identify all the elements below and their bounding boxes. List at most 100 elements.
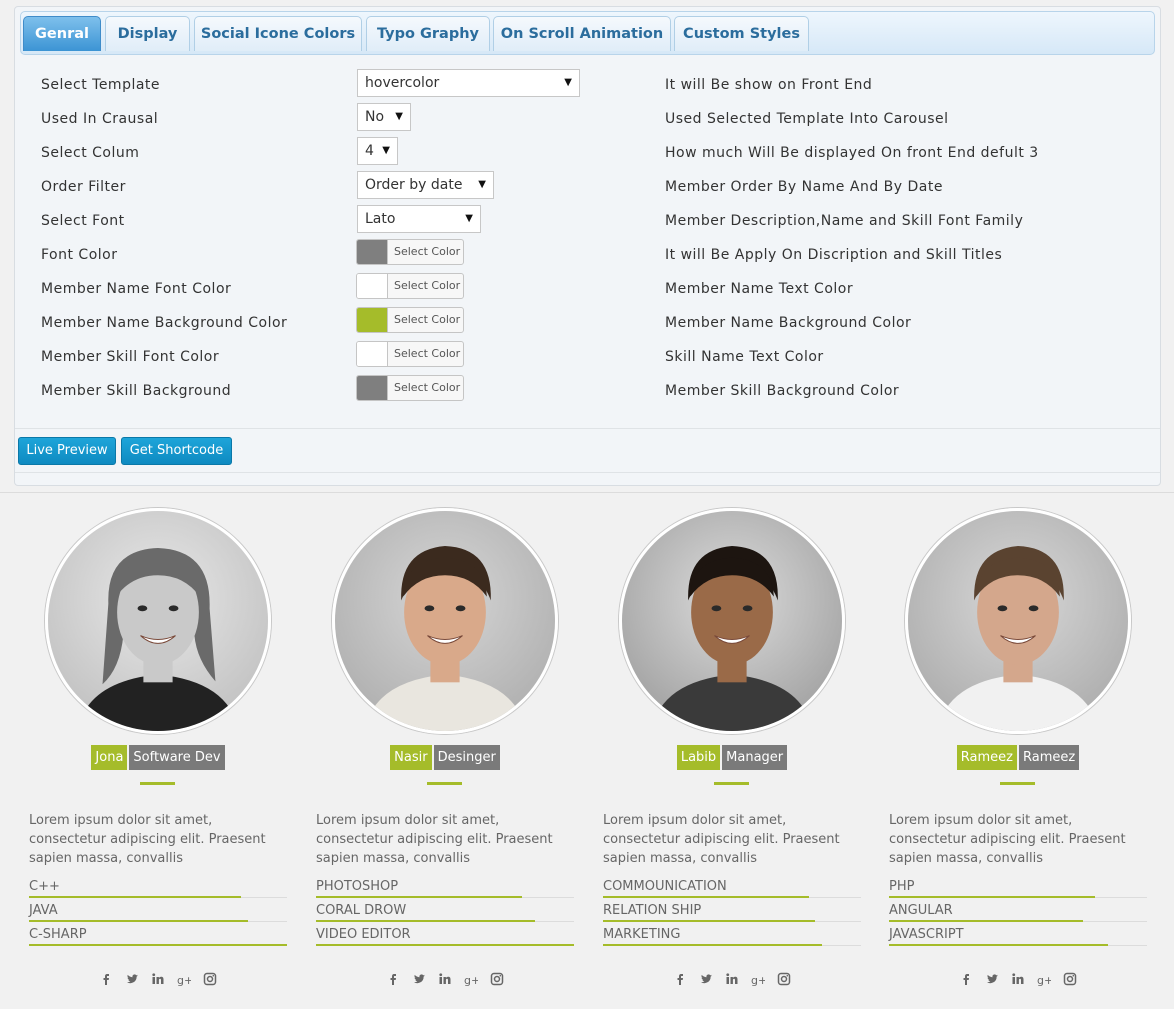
- skill-bar: CORAL DROW: [316, 903, 574, 927]
- tab-custom-styles[interactable]: Custom Styles: [674, 16, 809, 51]
- select-template-dropdown[interactable]: hovercolor ▼: [357, 69, 580, 97]
- twitter-icon[interactable]: [985, 972, 999, 986]
- dropdown-value: Order by date: [365, 177, 463, 193]
- tab-typo-graphy[interactable]: Typo Graphy: [366, 16, 490, 51]
- member-name-bar: Labib Manager: [603, 745, 861, 770]
- member-name: Jona: [91, 745, 128, 770]
- name-bg-color-picker[interactable]: Select Color: [356, 307, 464, 333]
- skill-fill: [889, 896, 1096, 898]
- linkedin-icon[interactable]: [438, 972, 452, 986]
- color-picker-label: Select Color: [394, 245, 461, 258]
- color-picker-label: Select Color: [394, 279, 461, 292]
- tab-display[interactable]: Display: [105, 16, 190, 51]
- setting-label: Member Name Background Color: [41, 315, 288, 331]
- font-color-picker[interactable]: Select Color: [356, 239, 464, 265]
- skill-fill: [603, 920, 815, 922]
- setting-description: Member Description,Name and Skill Font F…: [665, 213, 1024, 229]
- skill-fill: [603, 944, 823, 946]
- social-links: g+: [316, 972, 574, 986]
- settings-panel: Genral Display Social Icone Colors Typo …: [14, 6, 1161, 486]
- skill-font-color-picker[interactable]: Select Color: [356, 341, 464, 367]
- member-bio: Lorem ipsum dolor sit amet, consectetur …: [889, 813, 1126, 866]
- setting-row-order: Order Filter Order by date ▼ Member Orde…: [15, 169, 1160, 203]
- twitter-icon[interactable]: [412, 972, 426, 986]
- carousel-dropdown[interactable]: No ▼: [357, 103, 411, 131]
- member-bio: Lorem ipsum dolor sit amet, consectetur …: [316, 813, 553, 866]
- name-font-color-picker[interactable]: Select Color: [356, 273, 464, 299]
- skill-fill: [889, 944, 1109, 946]
- facebook-icon[interactable]: [386, 972, 400, 986]
- member-role: Rameez: [1019, 745, 1080, 770]
- name-underline: [714, 782, 749, 785]
- google-plus-icon[interactable]: g+: [464, 972, 478, 986]
- tab-on-scroll-animation[interactable]: On Scroll Animation: [493, 16, 671, 51]
- divider: [15, 472, 1160, 473]
- skill-name: JAVA: [29, 903, 58, 918]
- setting-label: Member Name Font Color: [41, 281, 232, 297]
- skill-name: ANGULAR: [889, 903, 953, 918]
- setting-row-template: Select Template hovercolor ▼ It will Be …: [15, 67, 1160, 101]
- svg-text:g+: g+: [751, 974, 765, 986]
- facebook-icon[interactable]: [673, 972, 687, 986]
- linkedin-icon[interactable]: [725, 972, 739, 986]
- google-plus-icon[interactable]: g+: [177, 972, 191, 986]
- instagram-icon[interactable]: [1063, 972, 1077, 986]
- tab-genral[interactable]: Genral: [23, 16, 101, 51]
- divider: [15, 428, 1160, 429]
- setting-row-name-font-color: Member Name Font Color Select Color Memb…: [15, 271, 1160, 305]
- skill-fill: [316, 896, 523, 898]
- member-name: Nasir: [390, 745, 432, 770]
- instagram-icon[interactable]: [777, 972, 791, 986]
- skill-fill: [29, 920, 249, 922]
- skill-fill: [29, 944, 287, 946]
- twitter-icon[interactable]: [125, 972, 139, 986]
- facebook-icon[interactable]: [99, 972, 113, 986]
- live-preview-button[interactable]: Live Preview: [18, 437, 116, 465]
- dropdown-value: No: [365, 109, 385, 125]
- instagram-icon[interactable]: [203, 972, 217, 986]
- color-swatch: [357, 342, 388, 366]
- linkedin-icon[interactable]: [151, 972, 165, 986]
- facebook-icon[interactable]: [959, 972, 973, 986]
- setting-row-columns: Select Colum 4 ▼ How much Will Be displa…: [15, 135, 1160, 169]
- instagram-icon[interactable]: [490, 972, 504, 986]
- member-name: Rameez: [956, 745, 1017, 770]
- dropdown-value: Lato: [365, 211, 396, 227]
- skill-bar: JAVA: [29, 903, 287, 927]
- font-dropdown[interactable]: Lato ▼: [357, 205, 481, 233]
- order-filter-dropdown[interactable]: Order by date ▼: [357, 171, 494, 199]
- color-swatch: [357, 240, 388, 264]
- setting-label: Select Font: [41, 213, 125, 229]
- linkedin-icon[interactable]: [1011, 972, 1025, 986]
- columns-dropdown[interactable]: 4 ▼: [357, 137, 398, 165]
- skill-bar: C++: [29, 879, 287, 903]
- skill-bar: COMMOUNICATION: [603, 879, 861, 903]
- dropdown-arrow-icon: ▼: [465, 213, 473, 224]
- skill-name: JAVASCRIPT: [889, 927, 964, 942]
- get-shortcode-button[interactable]: Get Shortcode: [121, 437, 232, 465]
- setting-description: It will Be Apply On Discription and Skil…: [665, 247, 1003, 263]
- skill-name: PHOTOSHOP: [316, 879, 399, 894]
- google-plus-icon[interactable]: g+: [751, 972, 765, 986]
- member-card: Labib Manager Lorem ipsum dolor sit amet,…: [603, 508, 861, 1003]
- member-name: Labib: [676, 745, 721, 770]
- member-card: Jona Software Dev Lorem ipsum dolor sit a…: [29, 508, 287, 1003]
- setting-label: Member Skill Font Color: [41, 349, 220, 365]
- svg-text:g+: g+: [464, 974, 478, 986]
- tab-social-icon-colors[interactable]: Social Icone Colors: [194, 16, 362, 51]
- skill-bar: VIDEO EDITOR: [316, 927, 574, 951]
- dropdown-value: hovercolor: [365, 75, 440, 91]
- skill-fill: [316, 920, 536, 922]
- skill-bg-color-picker[interactable]: Select Color: [356, 375, 464, 401]
- color-swatch: [357, 274, 388, 298]
- twitter-icon[interactable]: [699, 972, 713, 986]
- dropdown-arrow-icon: ▼: [564, 77, 572, 88]
- member-role: Software Dev: [129, 745, 225, 770]
- divider: [0, 492, 1174, 493]
- skill-name: CORAL DROW: [316, 903, 407, 918]
- name-underline: [427, 782, 462, 785]
- skill-fill: [603, 896, 810, 898]
- skill-bar: C-SHARP: [29, 927, 287, 951]
- google-plus-icon[interactable]: g+: [1037, 972, 1051, 986]
- skill-name: COMMOUNICATION: [603, 879, 727, 894]
